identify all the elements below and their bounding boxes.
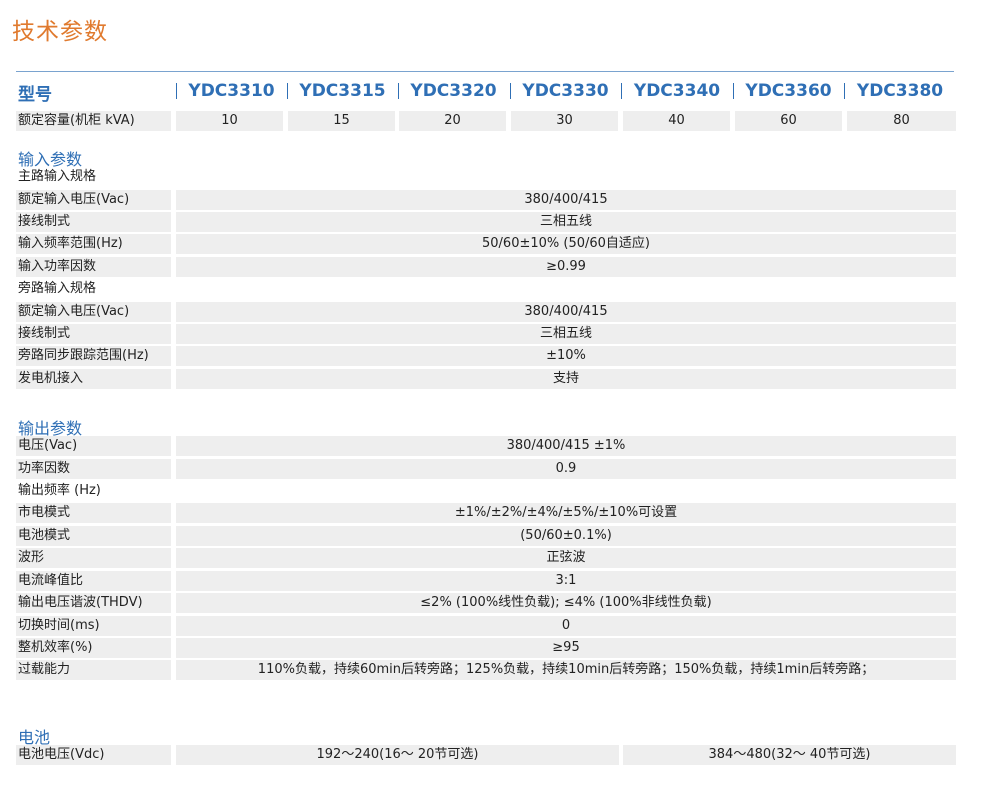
row-label: 过载能力 [16,660,171,680]
row-value: 3:1 [176,571,956,591]
model-label: 型号 [18,85,52,105]
model-ydc3310: YDC3310 [188,81,275,101]
row-value: 正弦波 [176,548,956,568]
row-label: 输入功率因数 [16,257,171,277]
row-value: 支持 [176,369,956,389]
spec-row: 额定输入电压(Vac) 380/400/415 [16,190,956,210]
capacity-value: 30 [511,111,618,131]
row-label: 波形 [16,548,171,568]
model-header-row: 型号 YDC3310 YDC3315 YDC3320 YDC3330 YDC33… [16,78,956,105]
battery-voltage-low: 192～240(16～ 20节可选) [176,745,619,765]
row-value: ≥0.99 [176,257,956,277]
subheading-output-frequency: 输出频率 (Hz) [18,483,101,498]
spec-row: 接线制式 三相五线 [16,212,956,232]
row-label: 电池电压(Vdc) [16,745,171,765]
row-label: 额定输入电压(Vac) [16,302,171,322]
row-value: 0 [176,616,956,636]
row-value: ±1%/±2%/±4%/±5%/±10%可设置 [176,503,956,523]
row-label: 功率因数 [16,459,171,479]
spec-row: 输入频率范围(Hz) 50/60±10% (50/60自适应) [16,234,956,254]
spec-row: 电压(Vac) 380/400/415 ±1% [16,436,956,456]
model-ydc3315: YDC3315 [299,81,386,101]
capacity-value: 40 [623,111,730,131]
subheading-row: 旁路输入规格 [16,279,956,299]
battery-voltage-high: 384～480(32～ 40节可选) [623,745,956,765]
row-value: 三相五线 [176,324,956,344]
capacity-row: 额定容量(机柜 kVA) 10 15 20 30 40 60 80 [16,111,956,131]
subheading-row: 输出频率 (Hz) [16,481,956,501]
row-label: 发电机接入 [16,369,171,389]
model-ydc3380: YDC3380 [856,81,944,101]
row-value: ≥95 [176,638,956,658]
row-label: 额定容量(机柜 kVA) [16,111,171,131]
spec-row: 输出电压谐波(THDV) ≤2% (100%线性负载); ≤4% (100%非线… [16,593,956,613]
spec-row: 功率因数 0.9 [16,459,956,479]
row-label: 市电模式 [16,503,171,523]
row-label: 输入频率范围(Hz) [16,234,171,254]
subheading-bypass-input: 旁路输入规格 [18,281,97,296]
row-label: 输出电压谐波(THDV) [16,593,171,613]
subheading-main-input: 主路输入规格 [18,169,97,184]
row-label: 切换时间(ms) [16,616,171,636]
spec-row: 输入功率因数 ≥0.99 [16,257,956,277]
row-label: 电压(Vac) [16,436,171,456]
spec-row: 电流峰值比 3:1 [16,571,956,591]
top-divider [16,71,954,72]
spec-row: 切换时间(ms) 0 [16,616,956,636]
capacity-value: 15 [288,111,395,131]
spec-row: 旁路同步跟踪范围(Hz) ±10% [16,346,956,366]
row-label: 电池模式 [16,526,171,546]
row-value: 0.9 [176,459,956,479]
capacity-value: 10 [176,111,283,131]
spec-row: 过载能力 110%负载，持续60min后转旁路；125%负载，持续10min后转… [16,660,956,680]
row-value: 三相五线 [176,212,956,232]
model-ydc3360: YDC3360 [745,81,832,101]
spec-row: 接线制式 三相五线 [16,324,956,344]
model-ydc3340: YDC3340 [633,81,721,101]
row-value: 380/400/415 [176,302,956,322]
subheading-row: 主路输入规格 [16,167,956,187]
row-label: 额定输入电压(Vac) [16,190,171,210]
row-value: ±10% [176,346,956,366]
row-value: ≤2% (100%线性负载); ≤4% (100%非线性负载) [176,593,956,613]
row-label: 整机效率(%) [16,638,171,658]
spec-row: 电池电压(Vdc) 192～240(16～ 20节可选) 384～480(32～… [16,745,956,765]
spec-row: 电池模式 (50/60±0.1%) [16,526,956,546]
model-ydc3320: YDC3320 [410,81,497,101]
row-label: 接线制式 [16,212,171,232]
model-ydc3330: YDC3330 [522,81,609,101]
spec-row: 发电机接入 支持 [16,369,956,389]
spec-row: 波形 正弦波 [16,548,956,568]
capacity-value: 80 [847,111,956,131]
row-label: 电流峰值比 [16,571,171,591]
row-value: (50/60±0.1%) [176,526,956,546]
spec-row: 市电模式 ±1%/±2%/±4%/±5%/±10%可设置 [16,503,956,523]
row-value: 380/400/415 ±1% [176,436,956,456]
page-title: 技术参数 [12,19,108,45]
spec-row: 整机效率(%) ≥95 [16,638,956,658]
capacity-value: 60 [735,111,842,131]
row-value: 380/400/415 [176,190,956,210]
row-value: 50/60±10% (50/60自适应) [176,234,956,254]
row-label: 旁路同步跟踪范围(Hz) [16,346,171,366]
spec-row: 额定输入电压(Vac) 380/400/415 [16,302,956,322]
row-value: 110%负载，持续60min后转旁路；125%负载，持续10min后转旁路；15… [176,660,956,680]
capacity-value: 20 [399,111,506,131]
row-label: 接线制式 [16,324,171,344]
